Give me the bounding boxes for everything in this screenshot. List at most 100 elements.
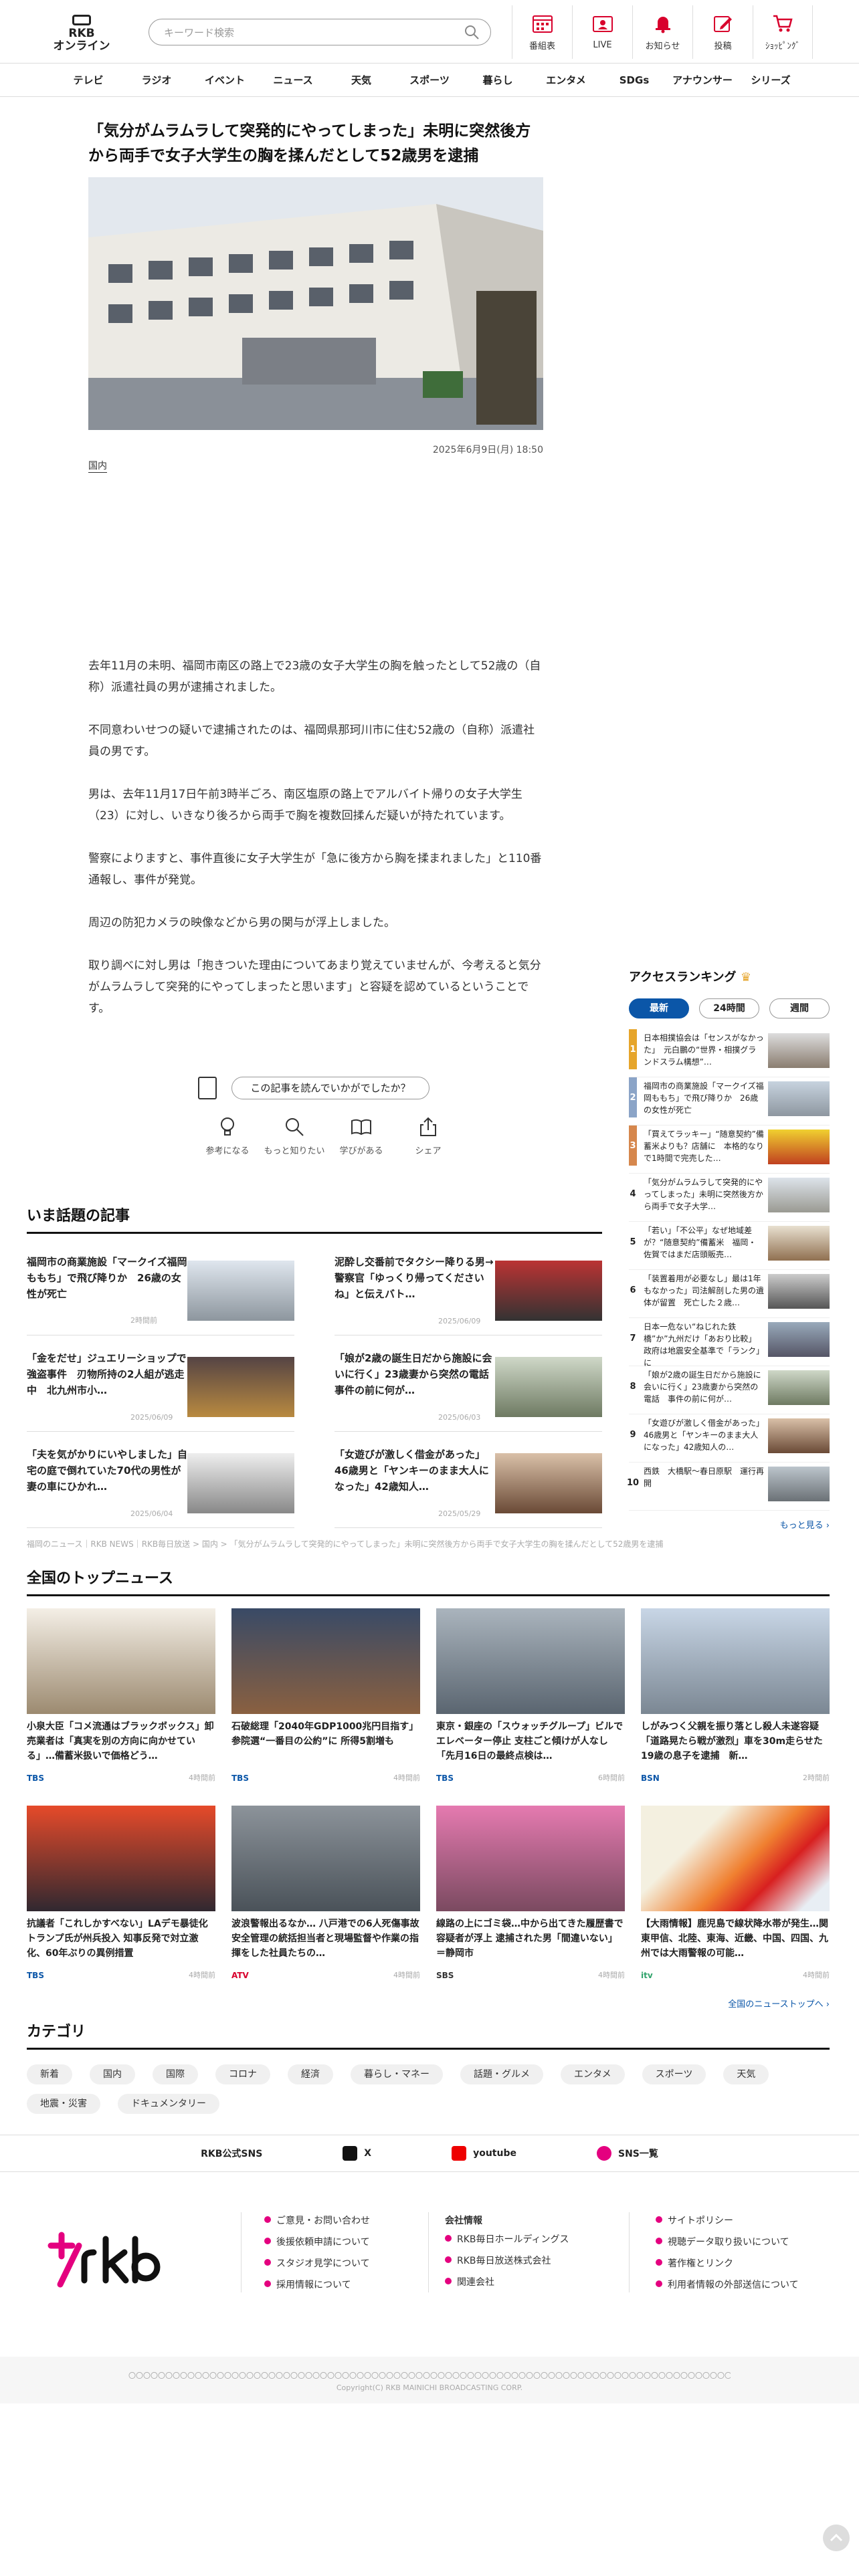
category-chip[interactable]: コロナ (215, 2064, 270, 2084)
national-card[interactable]: 抗議者「これしかすべない」LAデモ暴徒化 トランプ氏が州兵投入 知事反発で対立激… (27, 1806, 215, 1983)
trending-card[interactable]: 「夫を気がかりにいやしました」自宅の庭で倒れていた70代の男性が妻の車にひかれ…… (27, 1440, 294, 1528)
category-chip[interactable]: 経済 (288, 2064, 333, 2084)
national-grid: 小泉大臣「コメ流通はブラックボックス」卸売業者は「真実を別の方向に向かせている」… (27, 1608, 830, 1983)
ranking-item[interactable]: 10 西鉄 大橋駅〜春日原駅 運行再開 (627, 1463, 830, 1511)
trending-card-date: 2025/05/29 (438, 1509, 481, 1518)
footer-link[interactable]: 関連会社 (445, 2275, 569, 2288)
article-category-tag[interactable]: 国内 (88, 459, 107, 473)
site-logo[interactable]: RKB オンライン (52, 15, 111, 52)
national-more-link[interactable]: 全国のニューストップへ › (728, 1997, 830, 2010)
national-card-date: 2時間前 (803, 1774, 830, 1782)
trending-card[interactable]: 「娘が2歳の誕生日だから施設に会いに行く」23歳妻から突然の電話 事件の前に何が… (335, 1344, 602, 1432)
national-card[interactable]: 波浪警報出るなか… 八戸港での6人死傷事故 安全管理の統括担当者と現場監督や作業… (231, 1806, 420, 1983)
national-card[interactable]: 東京・銀座の「スウォッチグループ」ビルでエレベーター停止 支柱ごと傾けが人なし「… (436, 1608, 625, 1786)
category-chip[interactable]: 新着 (27, 2064, 72, 2084)
footer-divider (428, 2212, 429, 2292)
share-button[interactable]: シェア (395, 1115, 462, 1156)
footer-link[interactable]: 採用情報について (264, 2278, 370, 2291)
category-chip[interactable]: 暮らし・マネー (351, 2064, 443, 2084)
national-more-text: 全国のニューストップへ (728, 2000, 824, 2010)
ranking-thumbnail (768, 1418, 830, 1453)
ranking-item[interactable]: 3 「買えてラッキー」“随意契約”備蓄米よりも？店舗に 本格的なりで1時間で完売し… (629, 1125, 830, 1174)
ranking-item[interactable]: 1 日本相撲協会は「センスがなかった」 元白鵬の“世界・相撲グランドスラム構想”… (629, 1029, 830, 1077)
footer-link[interactable]: サイトポリシー (656, 2214, 799, 2227)
ranking-item[interactable]: 4 「気分がムラムラして突発的にやってしまった」未明に突然後方から両手で女子大学… (629, 1174, 830, 1222)
nav-post[interactable]: 投稿 (692, 5, 753, 59)
national-card[interactable]: しがみつく父親を振り落とし殺人未遂容疑「道路晃たら戦が激烈」車を30m走らせた1… (641, 1608, 830, 1786)
ranking-item[interactable]: 6 「装置着用が必要なし」最は1年もなかった」司法解剖した男の遺体が留置 死亡した… (629, 1270, 830, 1318)
category-chip[interactable]: エンタメ (561, 2064, 625, 2084)
national-card[interactable]: 【大雨情報】鹿児島で線状降水帯が発生…関東甲信、北陸、東海、近畿、中国、四国、九… (641, 1806, 830, 1983)
ranking-item[interactable]: 7 日本一危ない“ねじれた鉄橋”か”九州だけ「あおり比較」政府は地震安全基準で「ラ… (629, 1318, 830, 1368)
trending-card-date: 2時間前 (130, 1316, 157, 1325)
ranking-tab-latest[interactable]: 最新 (629, 998, 689, 1018)
gnav-item[interactable]: ニュース (259, 64, 327, 96)
category-chip[interactable]: ドキュメンタリー (118, 2094, 219, 2114)
category-chip[interactable]: 地震・災害 (27, 2094, 100, 2114)
gnav-item[interactable]: アナウンサー (668, 64, 737, 96)
trending-card[interactable]: 福岡市の商業施設「マークイズ福岡ももち」で飛び降りか 26歳の女性が死亡 2時間前 (27, 1247, 294, 1335)
nav-shopping[interactable]: ｼｮｯﾋﾟﾝｸﾞ (753, 5, 813, 59)
national-card[interactable]: 小泉大臣「コメ流通はブラックボックス」卸売業者は「真実を別の方向に向かせている」… (27, 1608, 215, 1786)
gnav-item[interactable]: スポーツ (395, 64, 464, 96)
nav-live[interactable]: LIVE (572, 5, 632, 59)
gnav-item[interactable]: 暮らし (464, 64, 532, 96)
ranking-more-link[interactable]: もっと見る › (780, 1518, 830, 1531)
gnav-item[interactable]: イベント (191, 64, 259, 96)
rkb-logo[interactable] (45, 2226, 166, 2292)
ranking-item-title: 西鉄 大橋駅〜春日原駅 運行再開 (644, 1467, 765, 1488)
gnav-item[interactable]: ラジオ (122, 64, 191, 96)
reaction-learn-button[interactable]: 学びがある (328, 1115, 395, 1156)
breadcrumb[interactable]: 福岡のニュース｜RKB NEWS｜RKB毎日放送 > 国内 > 「気分がムラムラ… (27, 1538, 830, 1549)
footer-link[interactable]: 視聴データ取り扱いについて (656, 2235, 799, 2248)
footer-link[interactable]: 後援依頼申請について (264, 2235, 370, 2248)
trending-card[interactable]: 「金をだせ」ジュエリーショップで強盗事件 刃物所持の2人組が逃走中 北九州市小…… (27, 1344, 294, 1432)
live-tv-icon (592, 15, 613, 32)
category-chip[interactable]: 国内 (90, 2064, 135, 2084)
footer-link[interactable]: RKB毎日放送株式会社 (445, 2254, 569, 2267)
sns-list-link[interactable]: SNS一覧 (596, 2146, 658, 2161)
national-thumbnail (641, 1806, 830, 1911)
ranking-item[interactable]: 2 福岡市の商業施設「マークイズ福岡ももち」で飛び降りか 26歳の女性が死亡 (629, 1077, 830, 1125)
footer-link[interactable]: スタジオ見学について (264, 2256, 370, 2270)
reaction-know-more-button[interactable]: もっと知りたい (261, 1115, 328, 1156)
nav-schedule[interactable]: 番組表 (512, 5, 572, 59)
search-input[interactable]: キーワード検索 (149, 19, 491, 45)
footer-link[interactable]: ご意見・お問い合わせ (264, 2214, 370, 2227)
gnav-item[interactable]: 天気 (327, 64, 395, 96)
gnav-item[interactable]: シリーズ (737, 64, 805, 96)
trending-section: いま話題の記事 福岡市の商業施設「マークイズ福岡ももち」で飛び降りか 26歳の女… (27, 1204, 602, 1536)
national-card[interactable]: 線路の上にゴミ袋…中から出てきた履歴書で容疑者が浮上 逮捕された男「間違いない」… (436, 1806, 625, 1983)
back-to-top-button[interactable] (823, 2525, 850, 2551)
ranking-list: 1 日本相撲協会は「センスがなかった」 元白鵬の“世界・相撲グランドスラム構想”…… (627, 1029, 830, 1511)
trending-card-title: 「女遊びが激しく借金があった」46歳男と「ヤンキーのまま大人になった」42歳知人… (335, 1448, 489, 1493)
ranking-tab-24h[interactable]: 24時間 (699, 998, 759, 1018)
trending-title: いま話題の記事 (27, 1208, 130, 1224)
reaction-helpful-button[interactable]: 参考になる (194, 1115, 261, 1156)
ranking-item[interactable]: 8 「娘が2歳の誕生日だから施設に会いに行く」23歳妻から突然の電話 事件の前に何… (629, 1366, 830, 1414)
footer-link[interactable]: RKB毎日ホールディングス (445, 2232, 569, 2246)
nav-notice[interactable]: お知らせ (632, 5, 692, 59)
trending-card[interactable]: 泥酔し交番前でタクシー降りる男→警察官「ゆっくり帰ってくださいね」と伝えバト… 2… (335, 1247, 602, 1335)
national-card[interactable]: 石破総理「2040年GDP1000兆円目指す」参院選“一番目の公約”に 所得5割… (231, 1608, 420, 1786)
gnav-item[interactable]: エンタメ (532, 64, 600, 96)
sns-youtube-link[interactable]: youtube (452, 2146, 516, 2161)
sns-x-link[interactable]: X (343, 2146, 371, 2161)
ranking-item[interactable]: 5 「若い」「不公平」なぜ地域差が？“随意契約”備蓄米 福岡・佐賀ではまだ店頭販売… (629, 1222, 830, 1270)
section-divider (27, 1594, 830, 1596)
article: 「気分がムラムラして突発的にやってしまった」未明に突然後方から両手で女子大学生の… (88, 119, 543, 1015)
ranking-item[interactable]: 9 「女遊びが激しく借金があった」46歳男と「ヤンキーのまま大人になった」42歳知… (629, 1414, 830, 1463)
source-badge: BSN (641, 1774, 660, 1783)
category-chip[interactable]: 国際 (153, 2064, 198, 2084)
footer-link[interactable]: 利用者情報の外部送信について (656, 2278, 799, 2291)
gnav-item[interactable]: SDGs (600, 64, 668, 96)
category-chip[interactable]: 話題・グルメ (460, 2064, 543, 2084)
gnav-item[interactable]: テレビ (54, 64, 122, 96)
trending-thumbnail (187, 1453, 294, 1513)
search-icon[interactable] (464, 24, 480, 40)
footer-link[interactable]: 著作権とリンク (656, 2256, 799, 2270)
ranking-tab-weekly[interactable]: 週間 (769, 998, 830, 1018)
trending-card[interactable]: 「女遊びが激しく借金があった」46歳男と「ヤンキーのまま大人になった」42歳知人… (335, 1440, 602, 1528)
category-chip[interactable]: 天気 (723, 2064, 769, 2084)
category-chip[interactable]: スポーツ (642, 2064, 706, 2084)
